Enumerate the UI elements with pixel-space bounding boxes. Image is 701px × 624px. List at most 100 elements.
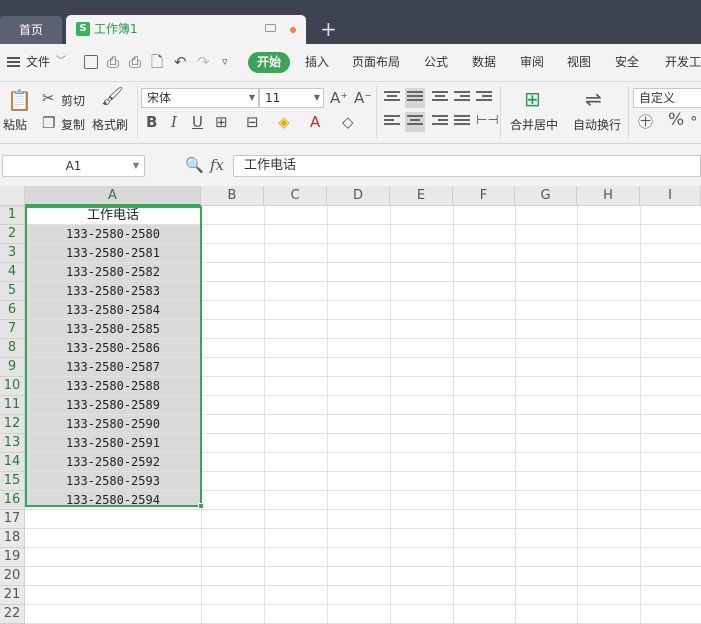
cut-button[interactable]: 剪切 bbox=[61, 92, 85, 109]
copy-button[interactable]: 复制 bbox=[61, 116, 85, 133]
copy-icon[interactable]: ❐ bbox=[42, 115, 55, 131]
underline-icon[interactable]: U bbox=[192, 114, 203, 130]
row-header-17[interactable]: 17 bbox=[0, 510, 25, 529]
zoom-search-icon[interactable]: 🔍 bbox=[185, 157, 204, 173]
thousands-icon[interactable]: ° bbox=[690, 114, 698, 130]
row-header-1[interactable]: 1 bbox=[0, 206, 25, 225]
tab-home[interactable]: 首页 bbox=[0, 16, 62, 44]
row-header-5[interactable]: 5 bbox=[0, 282, 25, 301]
name-box[interactable]: A1 ▼ bbox=[2, 155, 145, 177]
eraser-icon[interactable]: ◇ bbox=[342, 114, 354, 130]
decrease-font-icon[interactable]: A⁻ bbox=[354, 90, 372, 106]
menu-page-layout[interactable]: 页面布局 bbox=[352, 44, 400, 80]
undo-icon[interactable]: ↶ bbox=[174, 54, 187, 70]
distribute-icon[interactable]: ⊢⊣ bbox=[476, 113, 499, 129]
format-painter-icon[interactable]: 🖌 bbox=[101, 88, 124, 106]
wrap-text-button[interactable]: 自动换行 bbox=[573, 116, 621, 133]
italic-icon[interactable]: I bbox=[171, 114, 177, 130]
row-header-21[interactable]: 21 bbox=[0, 586, 25, 605]
justify-icon[interactable] bbox=[454, 115, 470, 129]
chevron-down-icon[interactable]: ﹀ bbox=[56, 44, 66, 80]
row-header-14[interactable]: 14 bbox=[0, 453, 25, 472]
align-left-icon[interactable] bbox=[384, 115, 400, 129]
menu-security[interactable]: 安全 bbox=[615, 44, 639, 80]
merge-center-icon[interactable]: ⊞ bbox=[524, 88, 541, 110]
column-header-h[interactable]: H bbox=[577, 186, 640, 206]
wrap-text-icon[interactable]: ⇌ bbox=[585, 88, 602, 110]
row-header-15[interactable]: 15 bbox=[0, 472, 25, 491]
scissors-icon[interactable]: ✂ bbox=[42, 90, 55, 106]
fx-icon[interactable]: fx bbox=[210, 157, 224, 173]
percent-button[interactable]: % bbox=[668, 112, 684, 129]
menu-review[interactable]: 审阅 bbox=[520, 44, 544, 80]
font-name-select[interactable]: 宋体 ▼ bbox=[141, 88, 259, 108]
select-all-button[interactable] bbox=[0, 186, 25, 206]
column-header-f[interactable]: F bbox=[453, 186, 515, 206]
currency-icon[interactable]: ㊉ bbox=[638, 114, 653, 130]
column-header-d[interactable]: D bbox=[327, 186, 390, 206]
format-painter-button[interactable]: 格式刷 bbox=[92, 116, 128, 133]
row-header-9[interactable]: 9 bbox=[0, 358, 25, 377]
row-header-2[interactable]: 2 bbox=[0, 225, 25, 244]
preview-icon[interactable]: 🗋 bbox=[151, 54, 163, 70]
print-preview-icon[interactable]: ⎙ bbox=[107, 54, 119, 70]
fill-color-icon[interactable]: ◈ bbox=[278, 114, 290, 130]
divider bbox=[376, 86, 377, 138]
number-format-select[interactable]: 自定义 bbox=[633, 88, 701, 108]
column-header-e[interactable]: E bbox=[390, 186, 453, 206]
align-right-icon[interactable] bbox=[432, 115, 448, 129]
row-header-20[interactable]: 20 bbox=[0, 567, 25, 586]
menu-developer[interactable]: 开发工 bbox=[665, 44, 701, 80]
quick-access-more-icon[interactable]: ▿ bbox=[222, 54, 228, 70]
row-header-3[interactable]: 3 bbox=[0, 244, 25, 263]
cell-style-icon[interactable]: ⊟ bbox=[246, 114, 259, 130]
align-middle-icon[interactable] bbox=[405, 88, 425, 108]
new-tab-button[interactable]: + bbox=[320, 17, 337, 41]
menu-start[interactable]: 开始 bbox=[248, 52, 290, 73]
fill-handle[interactable] bbox=[198, 503, 204, 509]
print-icon[interactable]: ⎙ bbox=[129, 54, 141, 70]
row-header-19[interactable]: 19 bbox=[0, 548, 25, 567]
column-header-b[interactable]: B bbox=[201, 186, 264, 206]
column-header-g[interactable]: G bbox=[515, 186, 577, 206]
border-icon[interactable]: ⊞ bbox=[215, 114, 228, 130]
decrease-indent-icon[interactable] bbox=[454, 91, 470, 105]
row-header-13[interactable]: 13 bbox=[0, 434, 25, 453]
increase-indent-icon[interactable] bbox=[476, 91, 492, 105]
column-header-i[interactable]: I bbox=[640, 186, 701, 206]
row-header-11[interactable]: 11 bbox=[0, 396, 25, 415]
column-header-c[interactable]: C bbox=[264, 186, 327, 206]
merge-center-button[interactable]: 合并居中 bbox=[510, 116, 558, 133]
font-size-select[interactable]: 11 ▼ bbox=[259, 88, 324, 108]
cell-area[interactable]: 工作电话 133-2580-2580 133-2580-2581 133-2580-2… bbox=[25, 206, 701, 624]
row-header-10[interactable]: 10 bbox=[0, 377, 25, 396]
increase-font-icon[interactable]: A⁺ bbox=[330, 90, 348, 106]
redo-icon[interactable]: ↷ bbox=[197, 54, 210, 70]
align-top-icon[interactable] bbox=[384, 91, 400, 105]
row-header-4[interactable]: 4 bbox=[0, 263, 25, 282]
paste-button[interactable]: 粘贴 bbox=[3, 116, 27, 133]
row-header-6[interactable]: 6 bbox=[0, 301, 25, 320]
row-header-12[interactable]: 12 bbox=[0, 415, 25, 434]
menu-file[interactable]: 文件 bbox=[26, 44, 50, 80]
row-header-16[interactable]: 16 bbox=[0, 491, 25, 510]
monitor-icon[interactable] bbox=[265, 24, 276, 32]
menu-formulas[interactable]: 公式 bbox=[424, 44, 448, 80]
row-header-18[interactable]: 18 bbox=[0, 529, 25, 548]
align-bottom-icon[interactable] bbox=[432, 91, 448, 105]
menu-insert[interactable]: 插入 bbox=[305, 44, 329, 80]
menu-data[interactable]: 数据 bbox=[472, 44, 496, 80]
save-icon[interactable] bbox=[84, 55, 98, 69]
tab-workbook[interactable]: S 工作簿1 bbox=[66, 15, 306, 44]
column-header-a[interactable]: A bbox=[25, 186, 201, 206]
paste-icon[interactable]: 📋 bbox=[7, 89, 32, 111]
align-center-icon[interactable] bbox=[405, 112, 425, 132]
row-header-22[interactable]: 22 bbox=[0, 605, 25, 624]
formula-input[interactable]: 工作电话 bbox=[233, 155, 701, 177]
font-color-icon[interactable]: A bbox=[310, 114, 320, 130]
menu-view[interactable]: 视图 bbox=[567, 44, 591, 80]
hamburger-icon[interactable] bbox=[7, 57, 20, 67]
row-header-8[interactable]: 8 bbox=[0, 339, 25, 358]
row-header-7[interactable]: 7 bbox=[0, 320, 25, 339]
bold-icon[interactable]: B bbox=[146, 114, 157, 130]
